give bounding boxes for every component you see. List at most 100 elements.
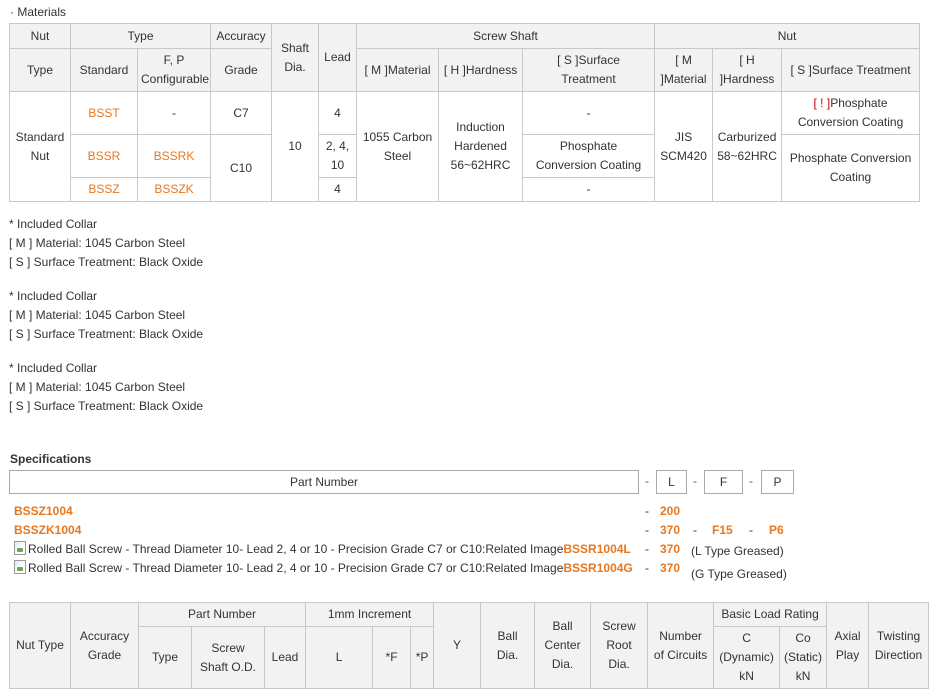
f-value: F15: [712, 523, 733, 537]
header-screw-root-dia: Screw Root Dia.: [590, 602, 649, 689]
cell-s-surface-3: -: [522, 177, 656, 202]
warning-mark: [ ! ]: [813, 96, 831, 110]
note-surface: [ S ] Surface Treatment: Black Oxide: [9, 255, 204, 269]
separator-dash: -: [749, 523, 753, 537]
cell-s-surface-1: -: [522, 91, 656, 135]
header-part-number: Part Number: [137, 602, 307, 627]
separator-dash: -: [645, 561, 649, 575]
note-surface: [ S ] Surface Treatment: Black Oxide: [9, 399, 204, 413]
header-nut-type: Type: [9, 48, 71, 92]
header-type: Type: [138, 626, 192, 689]
separator-dash: -: [645, 523, 649, 537]
header-fp-configurable: F, P Configurable: [136, 48, 212, 92]
note-material: [ M ] Material: 1045 Carbon Steel: [9, 236, 186, 250]
cell-c7: C7: [210, 91, 273, 135]
spec-table: Nut Type Accuracy Grade Part Number 1mm I…: [9, 602, 930, 689]
header-accuracy: Accuracy: [210, 23, 273, 49]
header-grade: Grade: [210, 48, 273, 92]
separator-dash: -: [645, 504, 649, 518]
header-accuracy-grade: Accuracy Grade: [70, 602, 139, 689]
spec-row: BSSZK1004: [14, 521, 81, 540]
header-shaft-dia: Shaft Dia.: [271, 23, 320, 92]
product-image-icon[interactable]: [14, 541, 26, 555]
header-increment: 1mm Increment: [305, 602, 435, 627]
type-note: (G Type Greased): [691, 567, 787, 581]
product-image-icon[interactable]: [14, 560, 26, 574]
specifications-title: Specifications: [10, 452, 92, 466]
cell-nut-surface-2: Phosphate Conversion Coating: [781, 134, 921, 202]
header-nut-type: Nut Type: [9, 602, 71, 689]
header-co-static: Co (Static) kN: [779, 626, 828, 689]
header-f: *F: [372, 626, 412, 689]
header-s-surface: [ S ]Surface Treatment: [522, 48, 656, 92]
cell-s-surface-2: Phosphate Conversion Coating: [522, 134, 656, 178]
cell-nut-surface-1: [ ! ]Phosphate Conversion Coating: [781, 91, 921, 135]
part-number-link[interactable]: BSSR1004L: [563, 542, 630, 556]
header-type: Type: [69, 23, 212, 49]
f-header: F: [704, 470, 743, 494]
cell-bssz: BSSZ: [70, 177, 138, 202]
header-nut-material: [ M]Material: [654, 48, 714, 92]
p-value: P6: [769, 523, 784, 537]
header-h-hardness: [ H ]Hardness: [438, 48, 524, 92]
p-header: P: [761, 470, 794, 494]
cell-lead-2-4-10: 2, 4, 10: [318, 134, 358, 178]
header-nut-hardness: [ H]Hardness: [712, 48, 783, 92]
materials-table: Nut Type Accuracy Shaft Dia. Lead Screw S…: [9, 23, 921, 202]
note-collar: * Included Collar: [9, 361, 98, 375]
cell-bsst-fp: -: [136, 91, 212, 135]
header-y: Y: [433, 602, 482, 689]
header-nut-surface: [ S ]Surface Treatment: [781, 48, 921, 92]
header-twisting-direction: Twisting Direction: [868, 602, 930, 689]
part-number-link[interactable]: BSSZ1004: [14, 504, 73, 518]
separator-dash: -: [693, 523, 697, 537]
cell-nut-material: JIS SCM420: [654, 91, 714, 202]
header-ball-center-dia: Ball Center Dia.: [534, 602, 592, 689]
header-screw-shaft: Screw Shaft: [356, 23, 656, 49]
header-screw-shaft-od: Screw Shaft O.D.: [191, 626, 265, 689]
materials-title: · Materials: [10, 5, 67, 19]
header-m-material: [ M ]Material: [356, 48, 440, 92]
note-collar: * Included Collar: [9, 289, 98, 303]
note-material: [ M ] Material: 1045 Carbon Steel: [9, 380, 186, 394]
separator-dash: -: [749, 474, 753, 488]
l-header: L: [656, 470, 687, 494]
part-number-link[interactable]: BSSZK1004: [14, 523, 81, 537]
header-p: *P: [410, 626, 435, 689]
image-alt-text: Rolled Ball Screw - Thread Diameter 10- …: [28, 542, 564, 556]
header-axial-play: Axial Play: [826, 602, 870, 689]
note-block: * Included Collar [ M ] Material: 1045 C…: [9, 215, 203, 272]
header-ball-dia: Ball Dia.: [480, 602, 536, 689]
cell-bssr: BSSR: [70, 134, 138, 178]
header-nut: Nut: [9, 23, 71, 49]
note-material: [ M ] Material: 1045 Carbon Steel: [9, 308, 186, 322]
spec-row: Rolled Ball Screw - Thread Diameter 10- …: [14, 540, 631, 559]
separator-dash: -: [645, 542, 649, 556]
header-basic-load-rating: Basic Load Rating: [713, 602, 828, 627]
l-value: 370: [660, 542, 681, 556]
spec-row: BSSZ1004: [14, 502, 73, 521]
cell-c10: C10: [210, 134, 273, 202]
l-value: 370: [660, 561, 681, 575]
header-lead: Lead: [318, 23, 358, 92]
note-surface: [ S ] Surface Treatment: Black Oxide: [9, 327, 204, 341]
cell-nut-type: Standard Nut: [9, 91, 71, 202]
cell-h-hardness: Induction Hardened 56~62HRC: [438, 91, 524, 202]
header-c-dynamic: C (Dynamic) kN: [713, 626, 781, 689]
cell-bsst: BSST: [70, 91, 138, 135]
cell-nut-hardness: Carburized 58~62HRC: [712, 91, 783, 202]
part-number-link[interactable]: BSSR1004G: [563, 561, 632, 575]
spec-row: Rolled Ball Screw - Thread Diameter 10- …: [14, 559, 633, 578]
image-alt-text: Rolled Ball Screw - Thread Diameter 10- …: [28, 561, 564, 575]
cell-shaft-dia: 10: [271, 91, 320, 202]
l-value: 370: [660, 523, 681, 537]
type-note: (L Type Greased): [691, 544, 784, 558]
separator-dash: -: [693, 474, 697, 488]
header-nut-group: Nut: [654, 23, 921, 49]
cell-bssrk: BSSRK: [136, 134, 212, 178]
cell-lead-4b: 4: [318, 177, 358, 202]
header-standard: Standard: [70, 48, 138, 92]
cell-lead-4a: 4: [318, 91, 358, 135]
header-l: L: [305, 626, 374, 689]
note-block: * Included Collar [ M ] Material: 1045 C…: [9, 287, 203, 344]
